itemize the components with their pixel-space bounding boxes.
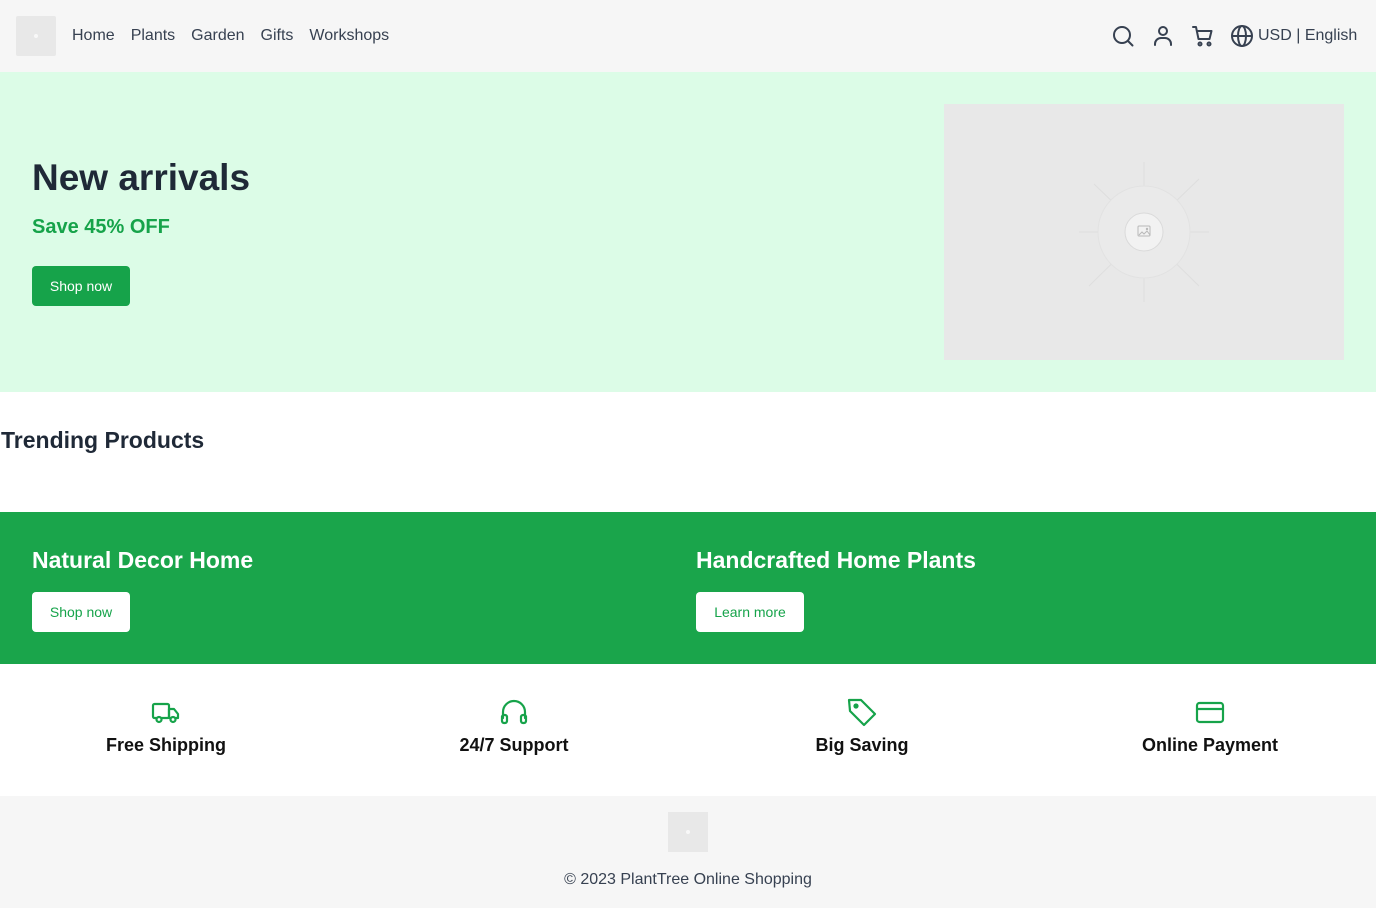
user-icon[interactable] [1151,24,1175,48]
headphones-icon [500,699,528,725]
feature-label: Free Shipping [105,735,226,755]
currency-label: USD [1258,27,1292,44]
promo-title-natural-decor: Natural Decor Home [32,547,254,573]
feature-big-saving: Big Saving [690,696,1034,756]
hero-banner: New arrivals Save 45% OFF Shop now [0,72,1376,392]
nav-plants[interactable]: Plants [131,26,175,46]
language-label: English [1304,27,1358,44]
locale-selector[interactable]: USD | English [1258,26,1357,46]
promo-shop-now-button[interactable]: Shop now [32,592,130,632]
nav-garden[interactable]: Garden [191,26,244,46]
hero-subtitle: Save 45% OFF [32,216,170,238]
promo-learn-more-button[interactable]: Learn more [696,592,804,632]
locale-separator: | [1291,27,1305,44]
hero-shop-now-button[interactable]: Shop now [32,266,130,306]
features-row: Free Shipping 24/7 Support Big Saving On… [0,664,1376,796]
hero-image-placeholder [944,104,1344,360]
site-header: Home Plants Garden Gifts Workshops USD |… [0,0,1376,72]
nav-home[interactable]: Home [72,26,115,46]
logo[interactable] [16,16,56,56]
copyright-text: © 2023 PlantTree Online Shopping [564,871,812,888]
nav-gifts[interactable]: Gifts [261,26,294,46]
feature-label: Big Saving [815,735,909,755]
nav-workshops[interactable]: Workshops [309,26,389,46]
image-placeholder-icon [1079,162,1209,302]
feature-support: 24/7 Support [342,696,686,756]
feature-label: Online Payment [1141,735,1279,755]
promo-band: Natural Decor Home Shop now Handcrafted … [0,512,1376,664]
trending-title: Trending Products [1,427,205,453]
feature-online-payment: Online Payment [1038,696,1376,756]
tag-icon [847,698,877,727]
main-nav: Home Plants Garden Gifts Workshops [72,26,389,46]
hero-title: New arrivals [32,157,251,198]
truck-icon [151,702,180,724]
search-icon[interactable] [1111,24,1135,48]
cart-icon[interactable] [1191,24,1215,48]
globe-icon[interactable] [1230,24,1254,48]
promo-title-handcrafted: Handcrafted Home Plants [696,547,976,573]
feature-free-shipping: Free Shipping [0,696,338,756]
footer-logo[interactable] [668,812,708,852]
feature-label: 24/7 Support [459,735,569,755]
credit-card-icon [1195,701,1225,724]
site-footer: © 2023 PlantTree Online Shopping [0,796,1376,908]
